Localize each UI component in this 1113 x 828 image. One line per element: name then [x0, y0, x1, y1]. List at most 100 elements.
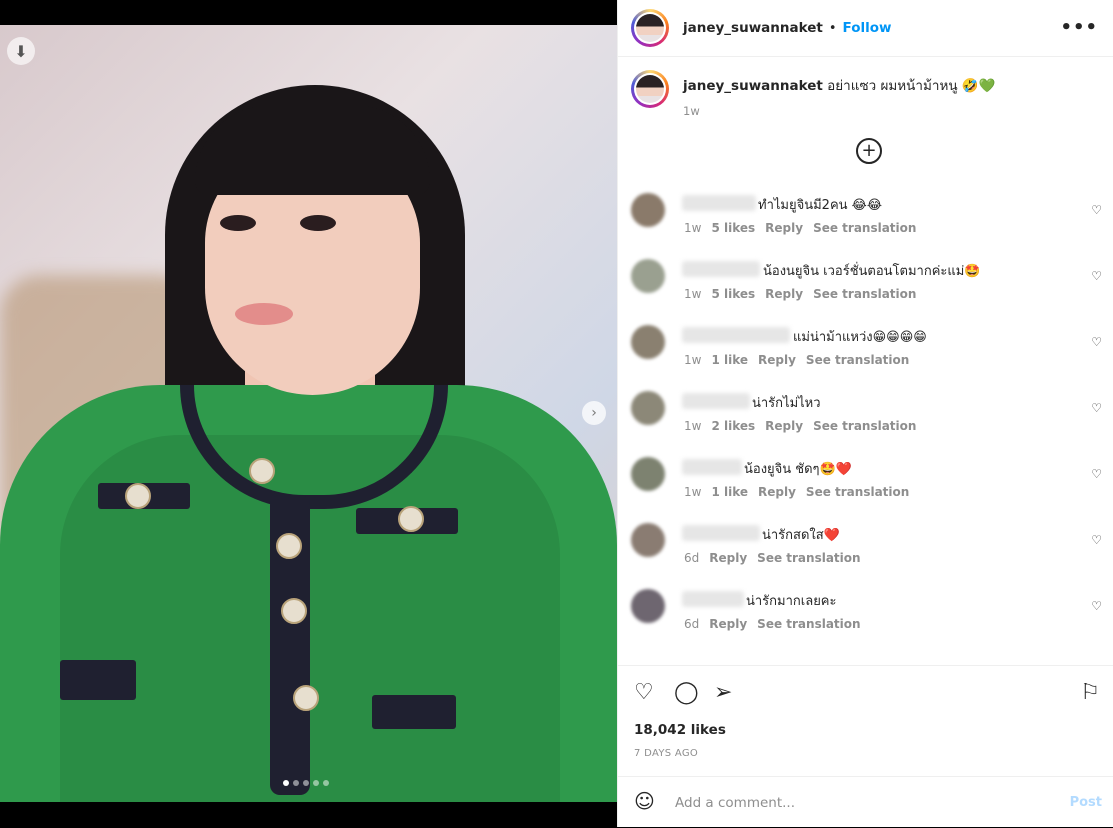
- photo-pocket: [60, 660, 136, 700]
- commenter-name-blurred[interactable]: [682, 459, 742, 475]
- comment-text: น้องนยูจิน เวอร์ชั่นตอนโตมากค่ะแม่🤩: [763, 264, 981, 279]
- comment-item: น่ารักมากเลยคะ 6d Reply See translation …: [618, 576, 1113, 636]
- post-media: ⬇ ›: [0, 0, 617, 827]
- heart-icon[interactable]: ♡: [1091, 467, 1102, 481]
- comment-likes[interactable]: 1 like: [711, 485, 748, 499]
- photo-button: [293, 685, 319, 711]
- emoji-smile-icon[interactable]: ☺: [634, 791, 655, 811]
- see-translation-button[interactable]: See translation: [757, 551, 860, 565]
- commenter-avatar[interactable]: [631, 457, 665, 491]
- comment-time[interactable]: 1w: [684, 353, 701, 367]
- like-heart-icon[interactable]: ♡: [634, 682, 654, 704]
- commenter-name-blurred[interactable]: [682, 393, 750, 409]
- comment-text: น่ารักมากเลยคะ: [746, 594, 837, 609]
- commenter-name-blurred[interactable]: [682, 591, 744, 607]
- comment-item: แม่น่าม้าแหว่ง😁😁😁😁 1w 1 like Reply See t…: [618, 312, 1113, 372]
- comment-likes[interactable]: 1 like: [711, 353, 748, 367]
- comment-text: ทำไมยูจินมี2คน 😂😂: [758, 198, 883, 213]
- commenter-name-blurred[interactable]: [682, 327, 790, 343]
- reply-button[interactable]: Reply: [765, 221, 803, 235]
- follow-button[interactable]: Follow: [843, 20, 892, 36]
- see-translation-button[interactable]: See translation: [806, 485, 909, 499]
- comment-time[interactable]: 1w: [684, 485, 701, 499]
- photo-eye: [300, 215, 336, 231]
- comment-input[interactable]: [673, 791, 1037, 815]
- comment-bubble-icon[interactable]: ◯: [674, 682, 699, 704]
- comment-time[interactable]: 6d: [684, 617, 699, 631]
- heart-icon[interactable]: ♡: [1091, 335, 1102, 349]
- download-icon: ⬇: [14, 41, 28, 61]
- carousel-dot-active: [283, 780, 289, 786]
- next-slide-button[interactable]: ›: [582, 401, 606, 425]
- see-translation-button[interactable]: See translation: [806, 353, 909, 367]
- carousel-dot: [293, 780, 299, 786]
- heart-icon[interactable]: ♡: [1091, 599, 1102, 613]
- see-translation-button[interactable]: See translation: [813, 287, 916, 301]
- comment-item: ทำไมยูจินมี2คน 😂😂 1w 5 likes Reply See t…: [618, 180, 1113, 240]
- carousel-dot: [323, 780, 329, 786]
- comment-likes[interactable]: 5 likes: [711, 221, 755, 235]
- save-bookmark-icon[interactable]: ⚐: [1080, 682, 1100, 704]
- see-translation-button[interactable]: See translation: [757, 617, 860, 631]
- photo-pocket: [372, 695, 456, 729]
- caption-text: อย่าแซว ผมหน้าม้าหนู 🤣💚: [827, 78, 996, 94]
- caption-username[interactable]: janey_suwannaket: [683, 78, 823, 94]
- comment-time[interactable]: 1w: [684, 221, 701, 235]
- reply-button[interactable]: Reply: [709, 551, 747, 565]
- likes-count[interactable]: 18,042 likes: [634, 722, 726, 738]
- carousel-dot: [313, 780, 319, 786]
- caption-avatar[interactable]: [631, 70, 669, 108]
- comment-text: แม่น่าม้าแหว่ง😁😁😁😁: [793, 330, 927, 345]
- comment-likes[interactable]: 5 likes: [711, 287, 755, 301]
- share-paper-plane-icon[interactable]: ➢: [714, 682, 732, 704]
- comment-item: น่ารักไม่ไหว 1w 2 likes Reply See transl…: [618, 378, 1113, 438]
- photo-bangs: [195, 105, 430, 195]
- caption-timestamp[interactable]: 1w: [683, 104, 996, 118]
- post-date[interactable]: 7 DAYS AGO: [634, 748, 698, 759]
- avatar[interactable]: [631, 9, 669, 47]
- commenter-avatar[interactable]: [631, 259, 665, 293]
- photo-button: [281, 598, 307, 624]
- reply-button[interactable]: Reply: [765, 287, 803, 301]
- heart-icon[interactable]: ♡: [1091, 401, 1102, 415]
- comment-text: น่ารักไม่ไหว: [752, 396, 821, 411]
- carousel-dot: [303, 780, 309, 786]
- heart-icon[interactable]: ♡: [1091, 533, 1102, 547]
- separator-dot: •: [828, 20, 837, 36]
- commenter-name-blurred[interactable]: [682, 195, 756, 211]
- commenter-avatar[interactable]: [631, 193, 665, 227]
- comment-text: น้องยูจิน ชัดๆ🤩❤️: [744, 462, 852, 477]
- see-translation-button[interactable]: See translation: [813, 221, 916, 235]
- commenter-avatar[interactable]: [631, 325, 665, 359]
- comment-time[interactable]: 1w: [684, 287, 701, 301]
- reply-button[interactable]: Reply: [758, 353, 796, 367]
- commenter-avatar[interactable]: [631, 523, 665, 557]
- commenter-avatar[interactable]: [631, 391, 665, 425]
- commenter-name-blurred[interactable]: [682, 525, 760, 541]
- photo-lips: [235, 303, 293, 325]
- add-comment-bar: ☺ Post: [618, 776, 1113, 828]
- commenter-name-blurred[interactable]: [682, 261, 760, 277]
- post-details-panel: janey_suwannaket • Follow ••• janey_suwa…: [617, 0, 1113, 827]
- reply-button[interactable]: Reply: [765, 419, 803, 433]
- post-photo[interactable]: [0, 25, 617, 802]
- reply-button[interactable]: Reply: [709, 617, 747, 631]
- load-more-comments-button[interactable]: +: [856, 138, 882, 164]
- download-button[interactable]: ⬇: [7, 37, 35, 65]
- post-caption: janey_suwannaket อย่าแซว ผมหน้าม้าหนู 🤣💚…: [631, 70, 996, 118]
- heart-icon[interactable]: ♡: [1091, 203, 1102, 217]
- reply-button[interactable]: Reply: [758, 485, 796, 499]
- username-link[interactable]: janey_suwannaket: [683, 20, 823, 36]
- photo-button: [125, 483, 151, 509]
- more-options-icon[interactable]: •••: [1060, 17, 1098, 38]
- post-comment-button[interactable]: Post: [1070, 795, 1102, 810]
- heart-icon[interactable]: ♡: [1091, 269, 1102, 283]
- carousel-indicator: [283, 780, 329, 786]
- comment-time[interactable]: 1w: [684, 419, 701, 433]
- post-header: janey_suwannaket • Follow •••: [618, 0, 1113, 57]
- comment-likes[interactable]: 2 likes: [711, 419, 755, 433]
- comment-time[interactable]: 6d: [684, 551, 699, 565]
- comment-item: น้องนยูจิน เวอร์ชั่นตอนโตมากค่ะแม่🤩 1w 5…: [618, 246, 1113, 306]
- commenter-avatar[interactable]: [631, 589, 665, 623]
- see-translation-button[interactable]: See translation: [813, 419, 916, 433]
